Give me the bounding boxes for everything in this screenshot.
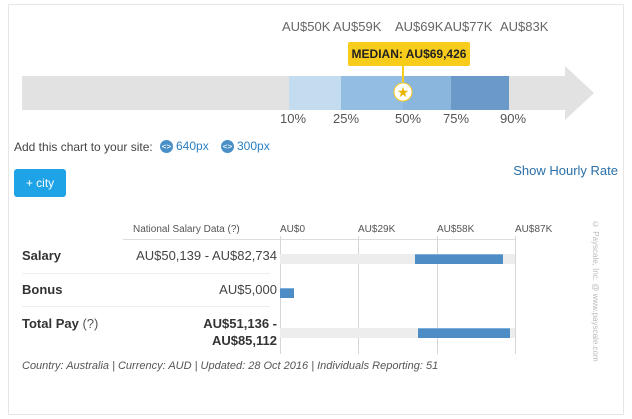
embed-300-label: 300px [237, 139, 270, 153]
pct-label-10: 10% [280, 111, 307, 126]
total-pay-range-bar [418, 328, 510, 338]
payscale-watermark: © Payscale, Inc. @ www.payscale.com [591, 220, 600, 362]
top-label-50k: AU$50K [282, 19, 331, 34]
row-label-total-pay: Total Pay (?) [22, 316, 98, 331]
row-divider [22, 306, 270, 307]
top-label-59k: AU$59K [333, 19, 382, 34]
pct-label-75: 75% [443, 111, 470, 126]
pct-label-25: 25% [333, 111, 360, 126]
bonus-bar [280, 288, 294, 298]
axis-tick-87k: AU$87K [515, 224, 553, 235]
row-label-salary: Salary [22, 248, 61, 263]
embed-300-link[interactable]: <> 300px [221, 139, 270, 153]
code-embed-icon: <> [160, 139, 173, 153]
total-pay-line1: AU$51,136 - [203, 316, 277, 331]
row-label-bonus: Bonus [22, 282, 62, 297]
col-header-label: National Salary Data [133, 224, 225, 235]
top-label-69k: AU$69K [395, 19, 444, 34]
show-hourly-rate-link[interactable]: Show Hourly Rate [513, 163, 618, 178]
row-label-text: Total Pay [22, 316, 79, 331]
axis-tick-29k: AU$29K [358, 224, 396, 235]
gridline [515, 236, 516, 354]
row-value-bonus: AU$5,000 [219, 282, 277, 297]
footer-meta: Country: Australia | Currency: AUD | Upd… [22, 360, 439, 372]
header-divider [123, 239, 515, 240]
total-pay-help[interactable]: (?) [82, 316, 98, 331]
pct-label-50: 50% [395, 111, 422, 126]
band-10-25 [289, 76, 341, 110]
embed-640-label: 640px [176, 139, 209, 153]
salary-range-bar [415, 254, 503, 264]
embed-prompt: Add this chart to your site: [14, 140, 153, 154]
embed-640-link[interactable]: <> 640px [160, 139, 209, 153]
axis-tick-0: AU$0 [280, 224, 306, 235]
pct-label-90: 90% [500, 111, 527, 126]
band-75-90 [451, 76, 509, 110]
top-label-83k: AU$83K [500, 19, 549, 34]
code-embed-icon: <> [221, 139, 234, 153]
axis-tick-58k: AU$58K [437, 224, 475, 235]
add-city-button[interactable]: + city [14, 169, 66, 197]
row-label-text: Bonus [22, 282, 63, 297]
col-header-help[interactable]: (?) [228, 224, 240, 235]
col-header: National Salary Data (?) [133, 224, 240, 235]
median-tooltip: MEDIAN: AU$69,426 [348, 42, 470, 66]
star-icon: ★ [397, 85, 410, 101]
top-label-77k: AU$77K [444, 19, 493, 34]
total-pay-line2: AU$85,112 [211, 333, 277, 348]
row-value-salary: AU$50,139 - AU$82,734 [136, 248, 277, 263]
row-label-text: Salary [22, 248, 62, 263]
row-value-total-pay: AU$51,136 - AU$85,112 [203, 315, 277, 349]
row-divider [22, 273, 270, 274]
